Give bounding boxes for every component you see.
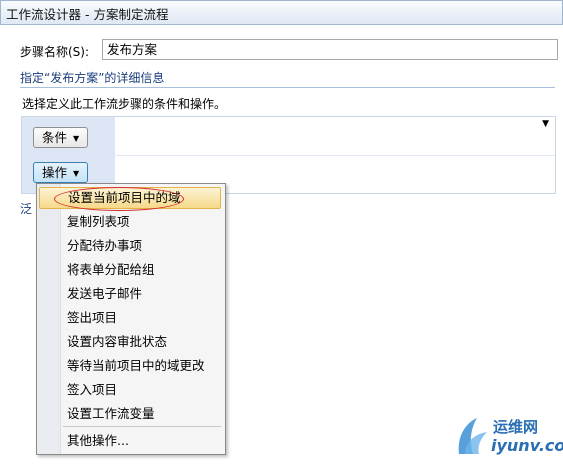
actions-button-label: 操作: [42, 165, 68, 180]
step-name-input[interactable]: 发布方案: [102, 39, 558, 60]
menu-item-set-variable[interactable]: 设置工作流变量: [39, 403, 221, 425]
watermark-line1: 运维网: [493, 418, 539, 436]
menu-item-assign-form[interactable]: 将表单分配给组: [39, 259, 221, 281]
menu-item-check-in[interactable]: 签入项目: [39, 379, 221, 401]
title-bar: 工作流设计器 - 方案制定流程: [0, 0, 563, 25]
menu-separator: [63, 426, 221, 427]
collapse-arrow-icon[interactable]: ▼: [542, 119, 549, 129]
chevron-down-icon: ▼: [73, 134, 80, 143]
step-name-label: 步骤名称(S):: [20, 45, 90, 59]
menu-item-more-actions[interactable]: 其他操作...: [39, 430, 221, 452]
rule-divider: [115, 155, 555, 156]
menu-item-copy-list-item[interactable]: 复制列表项: [39, 211, 221, 233]
watermark-line2: iyunv.com: [491, 436, 563, 455]
conditions-button-label: 条件: [42, 130, 68, 145]
details-header: 指定“发布方案”的详细信息: [20, 69, 555, 88]
menu-item-wait-field-change[interactable]: 等待当前项目中的域更改: [39, 355, 221, 377]
menu-item-assign-todo[interactable]: 分配待办事项: [39, 235, 221, 257]
conditions-button[interactable]: 条件 ▼: [33, 127, 89, 148]
chevron-down-icon: ▼: [73, 169, 80, 178]
window-title: 工作流设计器 - 方案制定流程: [6, 7, 169, 22]
watermark-logo-icon: [458, 418, 487, 454]
menu-item-send-email[interactable]: 发送电子邮件: [39, 283, 221, 305]
actions-menu: 设置当前项目中的域 复制列表项 分配待办事项 将表单分配给组 发送电子邮件 签出…: [36, 183, 226, 455]
workflow-designer-window: 工作流设计器 - 方案制定流程 步骤名称(S): 发布方案 指定“发布方案”的详…: [0, 0, 563, 464]
menu-item-set-approval[interactable]: 设置内容审批状态: [39, 331, 221, 353]
menu-item-check-out[interactable]: 签出项目: [39, 307, 221, 329]
actions-button[interactable]: 操作 ▼: [33, 162, 89, 183]
watermark: 运维网 iyunv.com: [453, 410, 563, 462]
truncated-text: 泛: [20, 202, 33, 216]
annotation-ellipse: [54, 187, 184, 211]
details-description: 选择定义此工作流步骤的条件和操作。: [22, 97, 227, 111]
